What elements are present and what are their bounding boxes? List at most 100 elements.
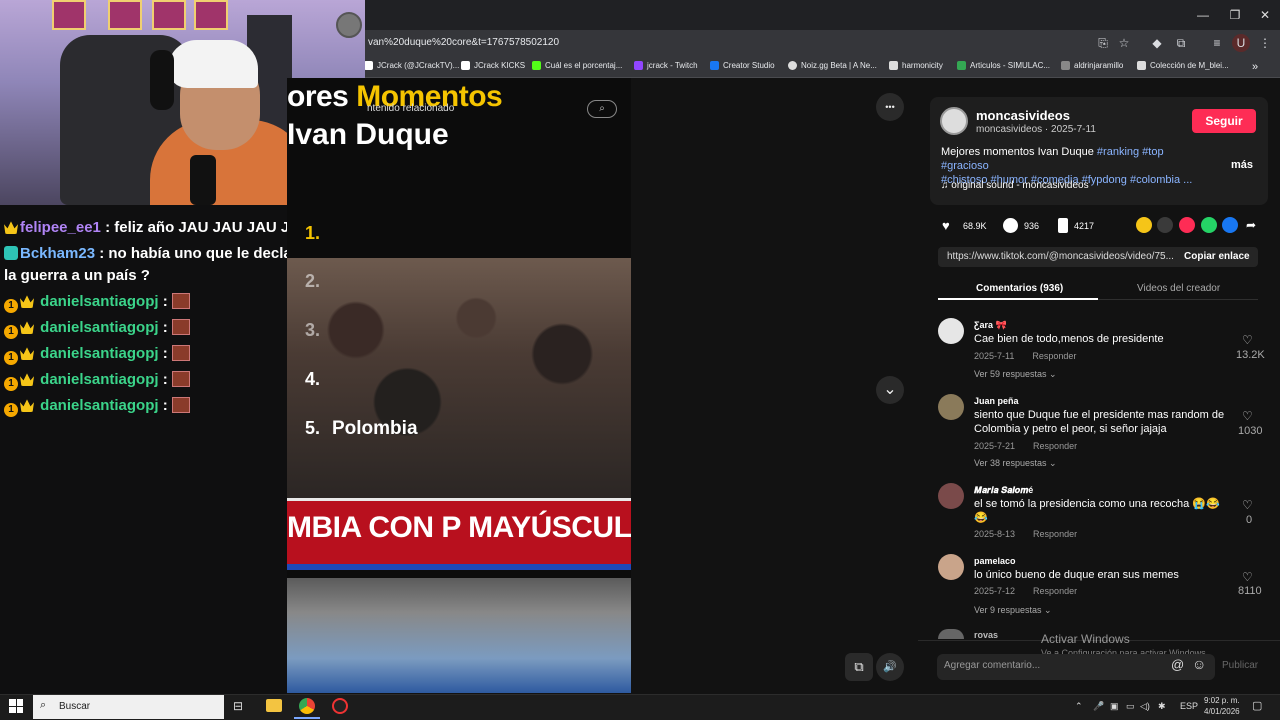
reply-button[interactable]: Responder — [1033, 441, 1077, 451]
language-indicator[interactable]: ESP — [1180, 701, 1198, 711]
bookmark-item[interactable]: harmonicity — [889, 61, 943, 70]
bookmark-item[interactable]: aldrinjaramillo — [1061, 61, 1123, 70]
author-name[interactable]: moncasivideos — [976, 108, 1070, 123]
comment-text: lo único bueno de duque eran sus memes — [974, 569, 1179, 581]
bookmark-item[interactable]: JCrack (@JCrackTV)... — [364, 61, 459, 70]
chat-username[interactable]: danielsantiagopj — [40, 371, 158, 388]
ranking-number: 2. — [305, 271, 321, 291]
reply-button[interactable]: Responder — [1032, 351, 1076, 361]
volume-button[interactable]: 🔊 — [876, 653, 904, 681]
facebook-share-icon[interactable] — [1222, 217, 1238, 233]
comment-text: siento que Duque fue el presidente mas r… — [974, 409, 1225, 435]
bookmark-item[interactable]: jcrack - Twitch — [634, 61, 698, 70]
comment-avatar[interactable] — [938, 483, 964, 509]
bookmark-item[interactable]: Articulos - SIMULAC... — [957, 61, 1050, 70]
restore-button[interactable]: ❐ — [1220, 6, 1250, 24]
comment-text: el se tomó la presidencia como una recoc… — [974, 498, 1220, 524]
comment-button[interactable]: 936 — [1003, 218, 1039, 233]
mention-icon[interactable]: @ — [1171, 657, 1184, 672]
bookmarks-overflow-button[interactable]: » — [1252, 61, 1258, 73]
comment-avatar[interactable] — [938, 394, 964, 420]
bluetooth-icon[interactable]: ✱ — [1158, 701, 1166, 712]
next-video-button[interactable]: ⌄ — [876, 376, 904, 404]
media-control-icon[interactable]: ≡ — [1208, 34, 1226, 52]
save-button[interactable]: 4217 — [1058, 218, 1094, 233]
clock-date[interactable]: 4/01/2026 — [1204, 707, 1240, 716]
extension-icon[interactable]: ◆ — [1148, 34, 1166, 52]
comment-author[interactable]: Juan peña — [974, 396, 1019, 406]
comment-avatar[interactable] — [938, 629, 964, 639]
file-explorer-icon[interactable] — [266, 699, 282, 712]
microphone-icon[interactable]: 🎤 — [1093, 701, 1104, 712]
notification-icon[interactable]: ▢ — [1252, 699, 1262, 712]
close-button[interactable]: ✕ — [1250, 6, 1280, 24]
comment-like-icon[interactable]: ♡ — [1242, 498, 1253, 512]
profile-avatar[interactable]: U — [1232, 34, 1250, 52]
bookmark-star-icon[interactable]: ☆ — [1115, 34, 1133, 52]
ranking-number: 5. — [305, 418, 321, 438]
sound-link[interactable]: ♫ original sound - moncasivideos — [941, 180, 1089, 191]
whatsapp-icon[interactable] — [1201, 217, 1217, 233]
tray-overflow-icon[interactable]: ⌃ — [1075, 701, 1083, 712]
comment-like-icon[interactable]: ♡ — [1242, 570, 1253, 584]
embed-icon[interactable] — [1157, 217, 1173, 233]
reply-button[interactable]: Responder — [1033, 529, 1077, 539]
search-icon[interactable]: ⌕ — [587, 100, 617, 118]
network-icon[interactable]: ▭ — [1126, 701, 1135, 712]
tray-app-icon[interactable]: ▣ — [1110, 701, 1119, 712]
video-player[interactable]: ores Momentos ntenido relacionado ⌕ Ivan… — [287, 78, 631, 693]
more-button[interactable]: más — [1231, 159, 1253, 171]
bookmark-item[interactable]: Colección de M_blei... — [1137, 61, 1229, 70]
speaker-icon[interactable]: ◁) — [1140, 701, 1150, 712]
chat-username[interactable]: danielsantiagopj — [40, 319, 158, 336]
comment-author[interactable]: Ƹara 🎀 — [974, 320, 1007, 331]
minimize-button[interactable]: — — [1188, 6, 1218, 24]
tab-creator-videos[interactable]: Videos del creador — [1137, 283, 1220, 294]
task-view-icon[interactable]: ⊟ — [233, 699, 243, 713]
video-link[interactable]: https://www.tiktok.com/@moncasivideos/vi… — [947, 251, 1174, 262]
follow-button[interactable]: Seguir — [1192, 109, 1256, 133]
chat-username[interactable]: danielsantiagopj — [40, 345, 158, 362]
chat-username[interactable]: felipee_ee1 — [20, 219, 101, 236]
url-input[interactable]: van%20duque%20core&t=1767578502120 — [368, 37, 559, 48]
browser-menu-icon[interactable]: ⋮ — [1256, 34, 1274, 52]
obs-icon[interactable] — [332, 698, 348, 714]
author-avatar[interactable] — [940, 107, 968, 135]
comment-avatar[interactable] — [938, 554, 964, 580]
comment-like-icon[interactable]: ♡ — [1242, 409, 1253, 423]
chat-username[interactable]: danielsantiagopj — [40, 397, 158, 414]
chrome-icon[interactable] — [299, 698, 315, 714]
reply-button[interactable]: Responder — [1033, 586, 1077, 596]
comment-author[interactable]: pamelaco — [974, 556, 1016, 566]
share-coin-icon[interactable] — [1136, 217, 1152, 233]
send-icon[interactable] — [1179, 217, 1195, 233]
copy-link-button[interactable]: Copiar enlace — [1184, 251, 1250, 262]
like-button[interactable]: ♥ 68.9K — [942, 218, 987, 233]
share-arrow-icon[interactable]: ➦ — [1243, 217, 1259, 233]
emoji-icon[interactable]: ☺ — [1192, 656, 1206, 672]
comment-author[interactable]: 𝑴𝒂𝒓𝒊𝒂 𝑺𝒂𝒍𝒐𝒎é — [974, 485, 1033, 496]
view-replies-button[interactable]: Ver 59 respuestas ⌄ — [974, 369, 1057, 380]
comment-avatar[interactable] — [938, 318, 964, 344]
comment-like-icon[interactable]: ♡ — [1242, 333, 1253, 347]
more-options-button[interactable]: ••• — [876, 93, 904, 121]
windows-start-icon[interactable] — [9, 699, 23, 713]
comment-author[interactable]: rovas — [974, 630, 998, 638]
streamer-cap — [168, 40, 258, 88]
bookmark-item[interactable]: Noiz.gg Beta | A Ne... — [788, 61, 877, 70]
bookmark-item[interactable]: Creator Studio — [710, 61, 775, 70]
publish-button[interactable]: Publicar — [1222, 660, 1258, 671]
pip-button[interactable]: ⧉ — [845, 653, 873, 681]
view-replies-button[interactable]: Ver 38 respuestas ⌄ — [974, 458, 1057, 469]
crown-badge-icon — [4, 221, 18, 234]
chat-username[interactable]: danielsantiagopj — [40, 293, 158, 310]
puzzle-icon[interactable]: ⧉ — [1172, 34, 1190, 52]
tab-comments[interactable]: Comentarios (936) — [976, 283, 1063, 294]
chat-username[interactable]: Bckham23 — [20, 245, 95, 262]
view-replies-button[interactable]: Ver 9 respuestas ⌄ — [974, 605, 1052, 616]
bookmark-item[interactable]: JCrack KICKS — [461, 61, 525, 70]
install-app-icon[interactable]: ⎘ — [1094, 34, 1112, 52]
bookmark-item[interactable]: Cuál es el porcentaj... — [532, 61, 622, 70]
active-app-indicator — [294, 717, 320, 719]
clock-time[interactable]: 9:02 p. m. — [1204, 696, 1240, 705]
